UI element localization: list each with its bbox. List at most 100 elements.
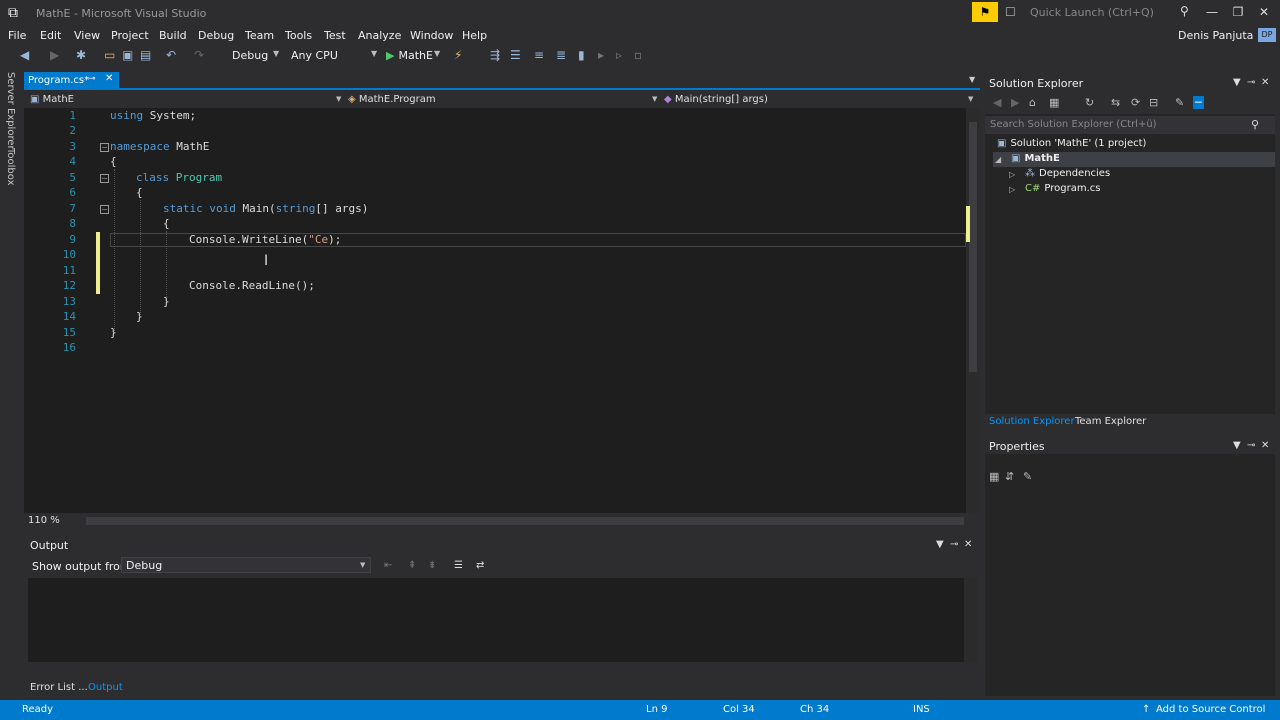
server-explorer-tab[interactable]: Server Explorer: [5, 72, 16, 150]
new-project-icon[interactable]: ✱: [76, 48, 86, 62]
word-wrap-icon[interactable]: ⇄: [476, 560, 484, 571]
clear-all-icon[interactable]: ☰: [454, 560, 463, 571]
collapse-namespace-icon[interactable]: −: [100, 143, 109, 152]
comment-icon[interactable]: ≡: [534, 48, 544, 62]
zoom-dropdown[interactable]: 110 %: [28, 515, 60, 526]
output-vertical-scrollbar[interactable]: [964, 578, 978, 662]
notification-flag-icon[interactable]: ⚑: [972, 2, 998, 22]
back-icon[interactable]: ◀: [993, 96, 1001, 109]
code-editor[interactable]: 1 2 3 4 5 6 7 8 9 10 11 12 13 14 15 16 −…: [24, 108, 968, 513]
pin-icon[interactable]: ⊸: [88, 74, 96, 84]
pin-icon[interactable]: ⊸: [1247, 77, 1255, 88]
tab-program-cs[interactable]: Program.cs* ⊸ ✕: [24, 72, 119, 90]
menu-edit[interactable]: Edit: [40, 29, 61, 42]
home-icon[interactable]: ⌂: [1029, 96, 1036, 109]
uncomment-icon[interactable]: ≣: [556, 48, 566, 62]
switch-views-icon[interactable]: ▦: [1049, 96, 1059, 109]
tab-solution-explorer[interactable]: Solution Explorer: [989, 416, 1075, 427]
menu-test[interactable]: Test: [324, 29, 346, 42]
tab-team-explorer[interactable]: Team Explorer: [1075, 416, 1146, 427]
alphabetical-icon[interactable]: ⇵: [1005, 470, 1014, 483]
hot-reload-icon[interactable]: ⚡: [454, 48, 462, 62]
save-icon[interactable]: ▣: [122, 48, 133, 62]
collapse-all-icon[interactable]: ⊟: [1149, 96, 1158, 109]
close-button[interactable]: ✕: [1252, 3, 1276, 21]
tree-dependencies[interactable]: ⁂ Dependencies: [1025, 168, 1110, 183]
pin-icon[interactable]: ⊸: [950, 539, 958, 550]
prev-message-icon[interactable]: ⇞: [408, 560, 416, 571]
step-icon[interactable]: ⇶: [490, 48, 500, 62]
feedback-icon[interactable]: ☐: [1005, 5, 1016, 19]
undo-icon[interactable]: ↶: [166, 48, 176, 62]
menu-window[interactable]: Window: [410, 29, 453, 42]
menu-tools[interactable]: Tools: [285, 29, 312, 42]
pending-changes-icon[interactable]: ↻: [1085, 96, 1094, 109]
avatar[interactable]: DP: [1258, 28, 1276, 42]
menu-debug[interactable]: Debug: [198, 29, 234, 42]
categorized-icon[interactable]: ▦: [989, 470, 999, 483]
tree-program-cs[interactable]: C# Program.cs: [1025, 183, 1100, 198]
back-icon[interactable]: ◀: [20, 48, 29, 62]
prev-bookmark-icon[interactable]: ▸: [598, 48, 604, 62]
class-nav-dropdown[interactable]: ◈ MathE.Program: [348, 94, 436, 105]
start-debugging-button[interactable]: ▶ MathE: [386, 48, 433, 64]
close-icon[interactable]: ✕: [964, 539, 972, 550]
chevron-down-icon[interactable]: ▼: [969, 75, 975, 84]
menu-analyze[interactable]: Analyze: [358, 29, 401, 42]
collapsed-arrow-icon[interactable]: ▷: [1009, 170, 1015, 179]
restore-button[interactable]: ❐: [1226, 3, 1250, 21]
next-bookmark-icon[interactable]: ▹: [616, 48, 622, 62]
toolbox-tab[interactable]: Toolbox: [5, 148, 16, 186]
find-message-icon[interactable]: ⇤: [384, 560, 392, 571]
chevron-down-icon[interactable]: ▼: [1233, 77, 1241, 88]
scrollbar-thumb[interactable]: [969, 122, 977, 372]
preview-selected-icon[interactable]: ─: [1193, 96, 1204, 109]
open-file-icon[interactable]: ▭: [104, 48, 115, 62]
bookmark-icon[interactable]: ▮: [578, 48, 585, 62]
minimize-button[interactable]: —: [1200, 3, 1224, 21]
menu-help[interactable]: Help: [462, 29, 487, 42]
menu-team[interactable]: Team: [245, 29, 274, 42]
project-nav-dropdown[interactable]: ▣ MathE: [30, 94, 74, 105]
collapsed-arrow-icon[interactable]: ▷: [1009, 185, 1015, 194]
forward-icon[interactable]: ▶: [50, 48, 59, 62]
clear-bookmarks-icon[interactable]: ▫: [634, 48, 642, 62]
output-text-area[interactable]: [28, 578, 972, 662]
member-nav-dropdown[interactable]: ◆ Main(string[] args): [664, 94, 768, 105]
platform-dropdown[interactable]: Any CPU: [285, 48, 381, 64]
close-icon[interactable]: ✕: [1261, 440, 1269, 451]
add-to-source-control-button[interactable]: Add to Source Control: [1156, 704, 1265, 715]
editor-horizontal-scrollbar[interactable]: [86, 517, 964, 525]
solution-search-input[interactable]: Search Solution Explorer (Ctrl+ü): [985, 116, 1275, 134]
indent-icon[interactable]: ☰: [510, 48, 521, 62]
output-source-dropdown[interactable]: Debug: [121, 557, 371, 573]
pin-icon[interactable]: ⊸: [1247, 440, 1255, 451]
close-icon[interactable]: ✕: [105, 73, 113, 84]
next-message-icon[interactable]: ⇟: [428, 560, 436, 571]
menu-file[interactable]: File: [8, 29, 26, 42]
tab-output[interactable]: Output: [88, 682, 123, 693]
menu-build[interactable]: Build: [159, 29, 187, 42]
editor-vertical-scrollbar[interactable]: [966, 108, 980, 513]
user-name[interactable]: Denis Panjuta: [1178, 29, 1253, 42]
chevron-down-icon[interactable]: ▼: [936, 539, 944, 550]
redo-icon[interactable]: ↷: [194, 48, 204, 62]
property-pages-icon[interactable]: ✎: [1023, 470, 1032, 483]
tree-solution[interactable]: ▣ Solution 'MathE' (1 project): [997, 138, 1146, 153]
chevron-down-icon[interactable]: ▼: [1233, 440, 1241, 451]
collapse-class-icon[interactable]: −: [100, 174, 109, 183]
collapse-method-icon[interactable]: −: [100, 205, 109, 214]
tab-error-list[interactable]: Error List ...: [30, 682, 88, 693]
quick-launch-input[interactable]: Quick Launch (Ctrl+Q): [1024, 3, 1198, 21]
menu-project[interactable]: Project: [111, 29, 149, 42]
tree-project[interactable]: ▣ MathE: [1011, 153, 1060, 168]
sync-icon[interactable]: ⇆: [1111, 96, 1120, 109]
save-all-icon[interactable]: ▤: [140, 48, 151, 62]
close-icon[interactable]: ✕: [1261, 77, 1269, 88]
menu-view[interactable]: View: [74, 29, 100, 42]
search-icon[interactable]: ⚲: [1251, 118, 1259, 131]
expanded-arrow-icon[interactable]: ◢: [995, 155, 1001, 164]
forward-icon[interactable]: ▶: [1011, 96, 1019, 109]
properties-icon[interactable]: ✎: [1175, 96, 1184, 109]
search-icon[interactable]: ⚲: [1180, 4, 1189, 18]
